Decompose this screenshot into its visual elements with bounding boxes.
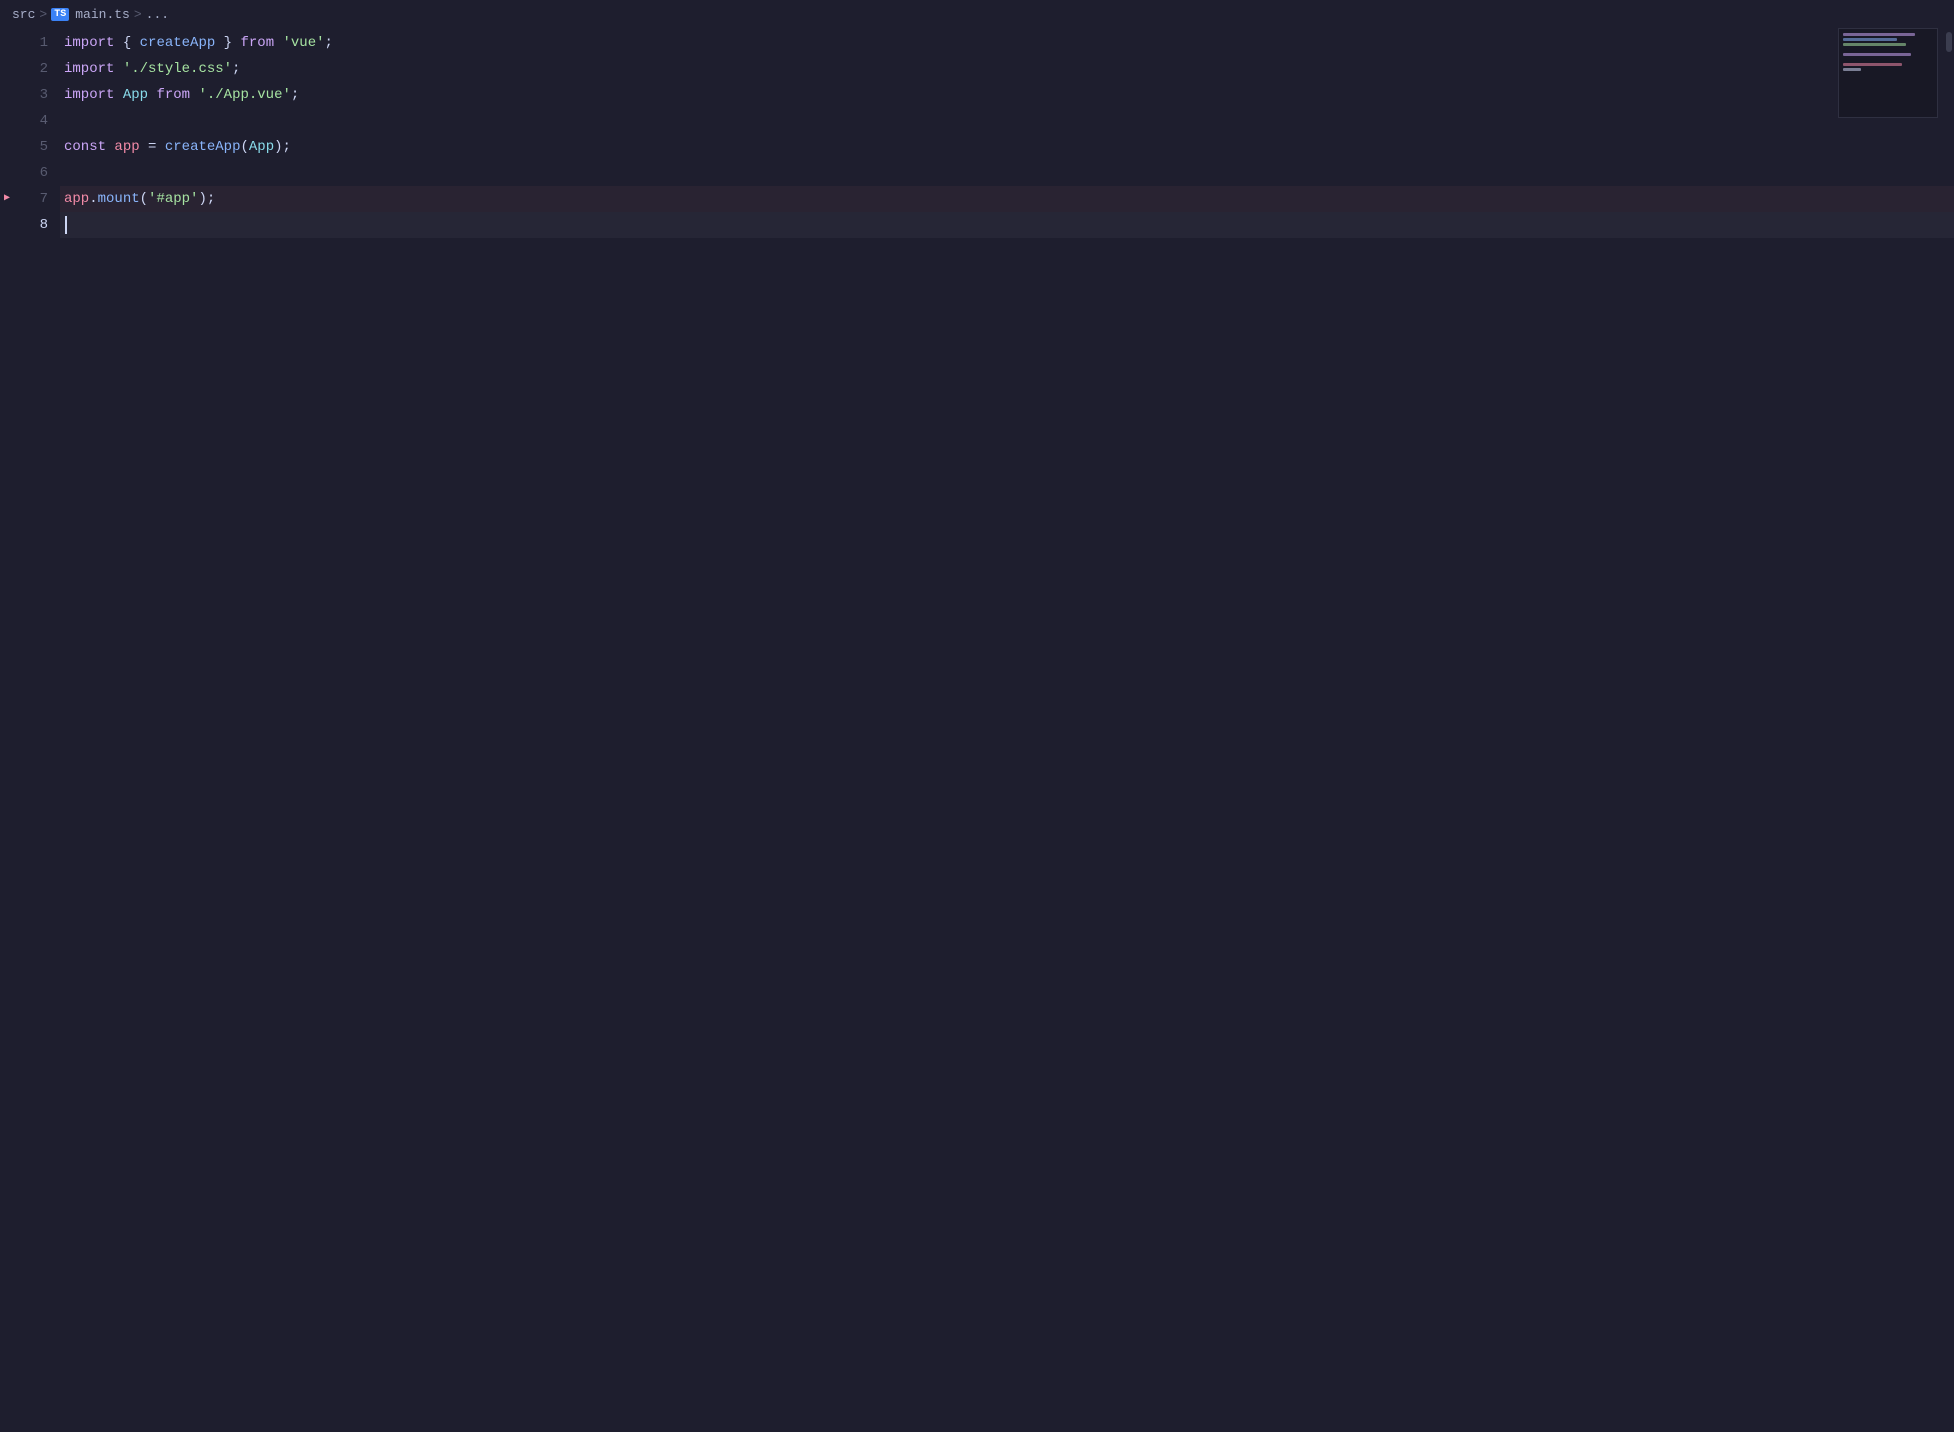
token: = — [140, 134, 165, 160]
token: App — [249, 134, 274, 160]
scrollbar[interactable] — [1938, 28, 1954, 1432]
minimap-line-7 — [1843, 63, 1902, 66]
text-cursor — [65, 216, 67, 234]
token — [148, 82, 156, 108]
token: createApp — [140, 30, 216, 56]
token: ( — [240, 134, 248, 160]
code-line-8 — [60, 212, 1954, 238]
token: App — [123, 82, 148, 108]
token — [274, 30, 282, 56]
token: import — [64, 30, 114, 56]
token: from — [240, 30, 274, 56]
breadcrumb-sep1: > — [39, 7, 47, 22]
line-number-1: 1 — [12, 30, 48, 56]
token: import — [64, 82, 114, 108]
token: } — [215, 30, 240, 56]
editor-container: 123456▶78 import { createApp } from 'vue… — [0, 28, 1954, 1432]
line-numbers: 123456▶78 — [0, 28, 60, 1432]
token: '#app' — [148, 186, 198, 212]
minimap-line-1 — [1843, 33, 1915, 36]
token: { — [114, 30, 139, 56]
minimap-line-5 — [1843, 53, 1911, 56]
code-area[interactable]: import { createApp } from 'vue';import '… — [60, 28, 1954, 1432]
breadcrumb-file[interactable]: main.ts — [75, 7, 130, 22]
breadcrumb: src > TS main.ts > ... — [0, 0, 1954, 28]
code-line-7: app.mount('#app'); — [60, 186, 1954, 212]
code-line-4 — [60, 108, 1954, 134]
line-number-7: ▶7 — [12, 186, 48, 212]
code-line-3: import App from './App.vue'; — [60, 82, 1954, 108]
token: from — [156, 82, 190, 108]
minimap-line-2 — [1843, 38, 1897, 41]
debug-arrow-icon: ▶ — [4, 186, 10, 212]
breadcrumb-src[interactable]: src — [12, 7, 35, 22]
token: ( — [140, 186, 148, 212]
line-number-2: 2 — [12, 56, 48, 82]
line-number-4: 4 — [12, 108, 48, 134]
minimap — [1838, 28, 1938, 118]
code-line-6 — [60, 160, 1954, 186]
line-number-5: 5 — [12, 134, 48, 160]
minimap-content — [1839, 29, 1937, 75]
token: './style.css' — [123, 56, 232, 82]
token: ); — [198, 186, 215, 212]
code-line-2: import './style.css'; — [60, 56, 1954, 82]
token: './App.vue' — [198, 82, 290, 108]
line-number-8: 8 — [12, 212, 48, 238]
token: app — [64, 186, 89, 212]
token: mount — [98, 186, 140, 212]
breadcrumb-ellipsis: ... — [146, 7, 169, 22]
token — [106, 134, 114, 160]
token: ; — [291, 82, 299, 108]
token: import — [64, 56, 114, 82]
token: const — [64, 134, 106, 160]
code-line-5: const app = createApp(App); — [60, 134, 1954, 160]
token — [190, 82, 198, 108]
token: ; — [232, 56, 240, 82]
line-number-6: 6 — [12, 160, 48, 186]
token: 'vue' — [283, 30, 325, 56]
token: ; — [325, 30, 333, 56]
ts-badge: TS — [51, 8, 69, 21]
minimap-line-8 — [1843, 68, 1861, 71]
token: app — [114, 134, 139, 160]
line-number-3: 3 — [12, 82, 48, 108]
token: ); — [274, 134, 291, 160]
token: . — [89, 186, 97, 212]
token — [114, 56, 122, 82]
scrollbar-thumb[interactable] — [1946, 32, 1952, 52]
breadcrumb-sep2: > — [134, 7, 142, 22]
minimap-line-3 — [1843, 43, 1906, 46]
code-line-1: import { createApp } from 'vue'; — [60, 30, 1954, 56]
token — [114, 82, 122, 108]
token: createApp — [165, 134, 241, 160]
